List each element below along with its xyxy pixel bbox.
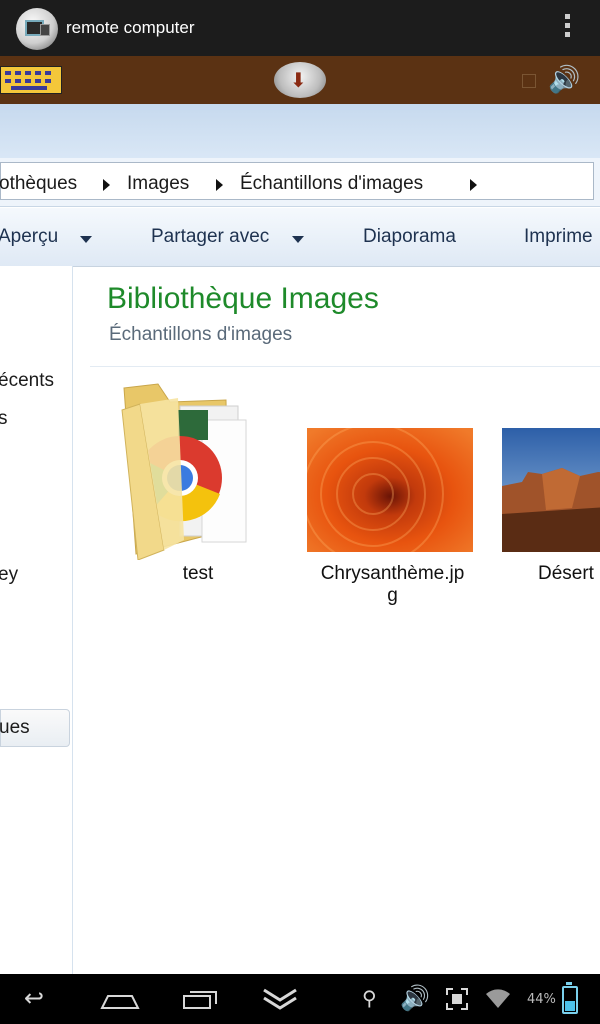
preview-button[interactable]: Aperçu (0, 226, 58, 248)
usb-icon: ⚲ (362, 986, 377, 1010)
remote-toolbar: ⬇ 🔊 (0, 56, 600, 104)
battery-percentage: 44% (527, 992, 556, 1007)
address-bar: othèques Images Échantillons d'images (0, 158, 600, 207)
recent-apps-icon[interactable] (182, 988, 220, 1014)
image-thumbnail-chrysanthemum[interactable] (302, 423, 473, 565)
home-icon[interactable] (100, 988, 140, 1014)
breadcrumb[interactable]: othèques Images Échantillons d'images (0, 162, 594, 200)
print-button[interactable]: Imprime (524, 226, 593, 248)
phone-icon (40, 24, 50, 36)
breadcrumb-sample-images[interactable]: Échantillons d'images (240, 173, 423, 195)
keyboard-icon[interactable] (0, 66, 62, 94)
nav-pane-button[interactable]: ues (0, 709, 70, 747)
breadcrumb-libraries[interactable]: othèques (0, 173, 77, 195)
nav-pane-button-label: ues (0, 717, 30, 738)
nav-item-partial[interactable]: ey (0, 564, 18, 586)
back-icon[interactable]: ↩ (24, 984, 44, 1012)
divider (90, 366, 600, 367)
breadcrumb-images[interactable]: Images (127, 173, 189, 195)
nav-item-partial[interactable]: s (0, 408, 8, 430)
window-title-strip (0, 104, 600, 158)
share-with-button[interactable]: Partager avec (151, 226, 269, 248)
app-action-bar: remote computer (0, 0, 600, 56)
library-subtitle: Échantillons d'images (109, 324, 293, 345)
desert-image (502, 428, 600, 552)
navigation-pane: écents s ey (0, 266, 73, 974)
wifi-icon (484, 988, 512, 1014)
chevron-down-icon[interactable] (80, 236, 92, 243)
download-arrow-button[interactable]: ⬇ (274, 62, 326, 98)
battery-icon (562, 986, 578, 1014)
breadcrumb-chevron-icon[interactable] (216, 179, 223, 191)
nav-item-recent[interactable]: écents (0, 370, 54, 392)
library-title: Bibliothèque Images (107, 282, 379, 315)
command-toolbar: Aperçu Partager avec Diaporama Imprime (0, 207, 600, 267)
hide-keyboard-icon[interactable] (262, 986, 298, 1014)
system-navigation-bar: ↩ ⚲ 🔊 44% (0, 974, 600, 1024)
checkbox-square[interactable] (522, 74, 536, 88)
chrysanthemum-image (302, 423, 473, 565)
screenshot-icon[interactable] (446, 988, 468, 1014)
sound-icon[interactable]: 🔊 (548, 64, 596, 96)
app-title: remote computer (66, 18, 195, 37)
file-label-line: Chrysanthème.jp (320, 563, 465, 584)
file-item-folder[interactable] (118, 380, 268, 561)
image-thumbnail-desert[interactable] (502, 428, 600, 552)
volume-icon[interactable]: 🔊 (400, 984, 430, 1012)
file-label[interactable]: test (148, 563, 248, 585)
file-label[interactable]: Chrysanthème.jp g (305, 563, 480, 607)
file-label[interactable]: Désert (538, 563, 600, 585)
chevron-down-icon[interactable] (292, 236, 304, 243)
slideshow-button[interactable]: Diaporama (363, 226, 456, 248)
file-label-line: g (387, 585, 398, 606)
remote-computer-app-icon[interactable] (16, 8, 58, 50)
folder-icon (121, 383, 247, 561)
breadcrumb-chevron-icon[interactable] (103, 179, 110, 191)
overflow-menu-icon[interactable] (560, 14, 574, 42)
breadcrumb-chevron-icon[interactable] (470, 179, 477, 191)
battery-icon-cap (566, 982, 572, 985)
